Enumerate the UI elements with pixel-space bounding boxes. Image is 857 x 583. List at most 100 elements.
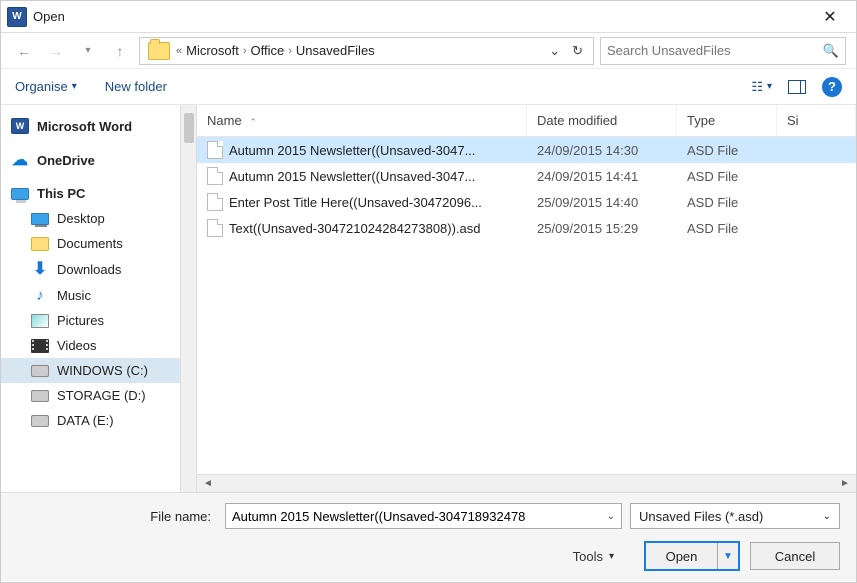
file-row[interactable]: Autumn 2015 Newsletter((Unsaved-3047...2… [197, 163, 856, 189]
scrollbar-thumb[interactable] [184, 113, 194, 143]
filename-combo[interactable]: ⌄ [225, 503, 622, 529]
column-type[interactable]: Type [677, 105, 777, 136]
download-icon: ⬇ [31, 261, 49, 277]
sidebar-item-pictures[interactable]: Pictures [1, 308, 180, 333]
word-app-icon: W [7, 7, 27, 27]
file-name-cell: Autumn 2015 Newsletter((Unsaved-3047... [197, 167, 527, 185]
music-icon: ♪ [31, 287, 49, 303]
scroll-right-arrow[interactable]: ► [838, 477, 852, 491]
window-title: Open [33, 9, 810, 24]
help-button[interactable]: ? [822, 77, 842, 97]
tools-button[interactable]: Tools ▾ [573, 549, 614, 564]
back-button[interactable]: ← [11, 38, 37, 64]
sidebar-item-label: Desktop [57, 211, 105, 226]
pictures-icon [31, 314, 49, 328]
file-list: Autumn 2015 Newsletter((Unsaved-3047...2… [197, 137, 856, 474]
drive-icon [31, 390, 49, 402]
sidebar-item-onedrive[interactable]: ☁ OneDrive [1, 147, 180, 173]
scroll-track[interactable] [215, 478, 838, 490]
sidebar-item-label: Music [57, 288, 91, 303]
filename-input[interactable] [232, 509, 607, 524]
column-size[interactable]: Si [777, 105, 856, 136]
file-row[interactable]: Text((Unsaved-304721024284273808)).asd25… [197, 215, 856, 241]
new-folder-button[interactable]: New folder [105, 79, 167, 94]
file-type: ASD File [677, 169, 777, 184]
sidebar-item-label: Microsoft Word [37, 119, 132, 134]
chevron-down-icon: ▾ [767, 81, 772, 92]
file-type: ASD File [677, 195, 777, 210]
sidebar-item-downloads[interactable]: ⬇ Downloads [1, 256, 180, 282]
list-view-icon: ☷ [751, 79, 763, 95]
sidebar-item-label: This PC [37, 186, 85, 201]
new-folder-label: New folder [105, 79, 167, 94]
refresh-button[interactable]: ↻ [568, 43, 587, 59]
file-type-filter[interactable]: Unsaved Files (*.asd) ⌄ [630, 503, 840, 529]
preview-pane-button[interactable] [788, 80, 806, 94]
horizontal-scrollbar[interactable]: ◄ ► [197, 474, 856, 492]
file-row[interactable]: Enter Post Title Here((Unsaved-30472096.… [197, 189, 856, 215]
sidebar-item-videos[interactable]: Videos [1, 333, 180, 358]
scroll-left-arrow[interactable]: ◄ [201, 477, 215, 491]
sidebar-item-storage-d-[interactable]: STORAGE (D:) [1, 383, 180, 408]
sidebar-item-label: DATA (E:) [57, 413, 114, 428]
sidebar-scrollbar[interactable] [180, 105, 196, 492]
forward-button[interactable]: → [43, 38, 69, 64]
close-button[interactable]: ✕ [810, 1, 850, 33]
breadcrumb-part[interactable]: Microsoft [186, 43, 239, 58]
file-name: Enter Post Title Here((Unsaved-30472096.… [229, 195, 482, 210]
breadcrumb-part[interactable]: UnsavedFiles [296, 43, 375, 58]
drive-icon [31, 365, 49, 377]
breadcrumb[interactable]: « Microsoft › Office › UnsavedFiles ⌄ ↻ [139, 37, 594, 65]
search-icon[interactable]: 🔍 [823, 43, 839, 59]
file-icon [207, 167, 223, 185]
chevron-down-icon[interactable]: ⌄ [607, 511, 615, 522]
open-button[interactable]: Open [646, 543, 718, 569]
breadcrumb-part[interactable]: Office [251, 43, 285, 58]
column-date[interactable]: Date modified [527, 105, 677, 136]
sidebar-item-windows-c-[interactable]: WINDOWS (C:) [1, 358, 180, 383]
column-name[interactable]: Name ⌃ [197, 105, 527, 136]
body: WMicrosoft Word ☁ OneDrive This PC Desktop Do… [1, 105, 856, 492]
sidebar: WMicrosoft Word ☁ OneDrive This PC Desktop Do… [1, 105, 180, 492]
navbar: ← → ▾ ↑ « Microsoft › Office › UnsavedFi… [1, 33, 856, 69]
sidebar-wrap: WMicrosoft Word ☁ OneDrive This PC Desktop Do… [1, 105, 197, 492]
file-date: 25/09/2015 15:29 [527, 221, 677, 236]
sidebar-item-desktop[interactable]: Desktop [1, 206, 180, 231]
videos-icon [31, 339, 49, 353]
sort-arrow-icon: ⌃ [249, 117, 257, 127]
column-name-label: Name [207, 113, 242, 128]
folder-icon [148, 42, 170, 60]
breadcrumb-prefix: « [176, 45, 182, 57]
chevron-down-icon: ▾ [72, 81, 77, 92]
organise-label: Organise [15, 79, 68, 94]
cancel-button[interactable]: Cancel [750, 542, 840, 570]
file-row[interactable]: Autumn 2015 Newsletter((Unsaved-3047...2… [197, 137, 856, 163]
breadcrumb-sep: › [288, 45, 292, 57]
file-name-cell: Autumn 2015 Newsletter((Unsaved-3047... [197, 141, 527, 159]
search-input[interactable] [607, 43, 823, 58]
sidebar-item-music[interactable]: ♪ Music [1, 282, 180, 308]
chevron-down-icon: ▾ [609, 551, 614, 562]
open-dropdown[interactable]: ▼ [718, 543, 738, 569]
filename-label: File name: [17, 509, 217, 524]
filename-row: File name: ⌄ Unsaved Files (*.asd) ⌄ [17, 503, 840, 529]
sidebar-item-this-pc[interactable]: This PC [1, 181, 180, 206]
onedrive-icon: ☁ [11, 152, 29, 168]
sidebar-item-documents[interactable]: Documents [1, 231, 180, 256]
up-button[interactable]: ↑ [107, 38, 133, 64]
view-options-button[interactable]: ☷ ▾ [751, 79, 772, 95]
search-box[interactable]: 🔍 [600, 37, 846, 65]
main-pane: Name ⌃ Date modified Type Si Autumn 2015… [197, 105, 856, 492]
list-header: Name ⌃ Date modified Type Si [197, 105, 856, 137]
sidebar-item-label: OneDrive [37, 153, 95, 168]
sidebar-item-data-e-[interactable]: DATA (E:) [1, 408, 180, 433]
file-date: 25/09/2015 14:40 [527, 195, 677, 210]
footer: File name: ⌄ Unsaved Files (*.asd) ⌄ Too… [1, 492, 856, 581]
drive-icon [31, 415, 49, 427]
organise-button[interactable]: Organise ▾ [15, 79, 77, 94]
sidebar-item-label: Downloads [57, 262, 121, 277]
sidebar-item-microsoft-word[interactable]: WMicrosoft Word [1, 113, 180, 139]
path-dropdown[interactable]: ⌄ [545, 43, 564, 59]
open-button-split: Open ▼ [644, 541, 740, 571]
recent-dropdown[interactable]: ▾ [75, 38, 101, 64]
